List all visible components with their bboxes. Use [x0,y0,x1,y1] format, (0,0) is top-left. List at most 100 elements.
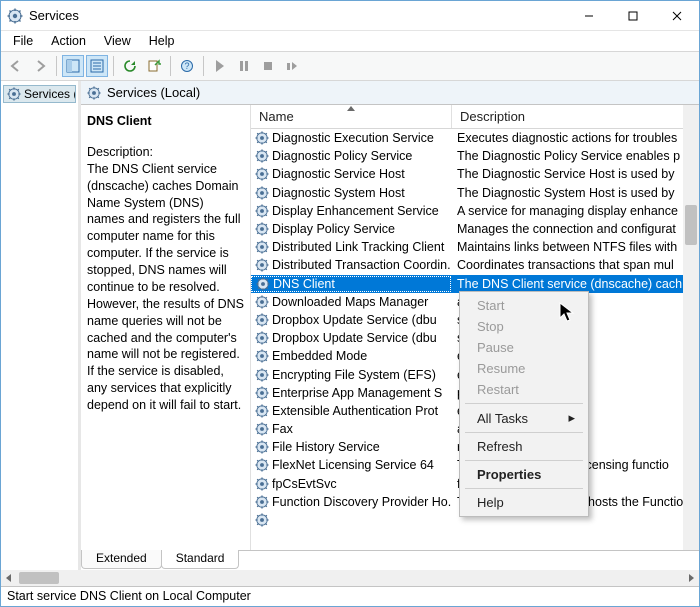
minimize-button[interactable] [567,1,611,30]
tab-standard[interactable]: Standard [161,550,240,569]
service-gear-icon [255,295,269,309]
help-button[interactable]: ? [176,55,198,77]
service-row[interactable]: Display Enhancement Service A service for… [251,202,699,220]
context-menu-separator [465,432,583,433]
service-row[interactable]: Display Policy Service Manages the connec… [251,220,699,238]
start-service-button[interactable] [209,55,231,77]
service-name-cell: File History Service [272,440,380,454]
window-title: Services [29,8,567,23]
content-pane-header: Services (Local) [81,81,699,105]
menu-help[interactable]: Help [141,33,183,49]
service-name-cell: Diagnostic System Host [272,186,405,200]
tab-extended[interactable]: Extended [81,550,162,569]
context-menu-item-all-tasks[interactable]: All Tasks▸ [463,407,585,429]
context-menu-item-label: Pause [477,340,514,355]
service-name-cell: Diagnostic Policy Service [272,149,412,163]
export-button[interactable] [143,55,165,77]
services-header-icon [87,86,101,100]
service-row[interactable]: Diagnostic Execution ServiceExecutes dia… [251,129,699,147]
service-name-cell: Embedded Mode [272,349,367,363]
context-menu-separator [465,488,583,489]
maximize-button[interactable] [611,1,655,30]
menubar: File Action View Help [1,31,699,51]
horizontal-scrollbar[interactable] [1,570,699,586]
service-name-cell: Dropbox Update Service (dbu [272,313,437,327]
service-name-cell: Extensible Authentication Prot [272,404,438,418]
context-menu-item-help[interactable]: Help [463,492,585,513]
tree-item-services-local[interactable]: Services (L [3,85,76,103]
service-details-pane: DNS Client Description: The DNS Client s… [81,105,251,550]
service-row[interactable]: DNS ClientThe DNS Client service (dnscac… [251,275,699,293]
service-desc-cell: Coordinates transactions that span mul [451,258,699,272]
titlebar: Services [1,1,699,31]
close-button[interactable] [655,1,699,30]
stop-service-button[interactable] [257,55,279,77]
column-header-desc-label: Description [460,109,525,124]
menu-action[interactable]: Action [43,33,94,49]
show-hide-tree-button[interactable] [62,55,84,77]
service-row[interactable]: Diagnostic Policy Service The Diagnostic … [251,147,699,165]
context-menu-item-label: All Tasks [477,411,528,426]
column-header-name[interactable]: Name [251,105,451,128]
svg-text:?: ? [184,61,189,71]
service-gear-icon [255,131,269,145]
service-gear-icon [256,277,270,291]
service-name-cell: Encrypting File System (EFS) [272,368,436,382]
service-gear-icon [255,349,269,363]
restart-service-button[interactable] [281,55,303,77]
service-desc-cell: The DNS Client service (dnscache) cach [451,277,699,291]
details-button[interactable] [86,55,108,77]
service-name-cell: Diagnostic Execution Service [272,131,434,145]
menu-view[interactable]: View [96,33,139,49]
service-row[interactable]: Distributed Transaction Coordin...Coordi… [251,256,699,274]
services-app-icon [7,8,23,24]
service-row[interactable]: Diagnostic Service HostThe Diagnostic Se… [251,165,699,183]
status-bar: Start service DNS Client on Local Comput… [1,586,699,606]
context-menu-item-label: Properties [477,467,541,482]
service-name-cell: Display Enhancement Service [272,204,439,218]
menu-file[interactable]: File [5,33,41,49]
context-menu-item-label: Start [477,298,504,313]
vertical-scroll-thumb[interactable] [685,205,697,245]
context-menu-item-label: Help [477,495,504,510]
selected-service-name: DNS Client [87,113,244,130]
description-text: The DNS Client service (dnscache) caches… [87,161,244,414]
toolbar: ? [1,51,699,81]
column-header-description[interactable]: Description [451,105,699,128]
service-desc-cell: The Diagnostic Service Host is used by [451,167,699,181]
forward-button[interactable] [29,55,51,77]
context-menu-item-properties[interactable]: Properties [463,464,585,485]
horizontal-scroll-thumb[interactable] [19,572,59,584]
service-name-cell: Downloaded Maps Manager [272,295,428,309]
service-name-cell: Fax [272,422,293,436]
service-gear-icon [255,149,269,163]
service-gear-icon [255,186,269,200]
service-gear-icon [255,495,269,509]
tree-item-label: Services (L [24,87,76,101]
service-gear-icon [255,240,269,254]
context-menu-separator [465,460,583,461]
service-desc-cell: The Diagnostic Policy Service enables p [451,149,699,163]
back-button[interactable] [5,55,27,77]
service-name-cell: Dropbox Update Service (dbu [272,331,437,345]
hscroll-left-button[interactable] [1,570,17,586]
sort-asc-icon [347,106,355,111]
service-name-cell: Function Discovery Provider Ho... [272,495,451,509]
description-label: Description: [87,144,244,161]
vertical-scrollbar[interactable] [683,105,699,550]
hscroll-right-button[interactable] [683,570,699,586]
context-menu-item-resume: Resume [463,358,585,379]
context-menu-item-label: Stop [477,319,504,334]
service-desc-cell: Manages the connection and configurat [451,222,699,236]
context-menu-item-refresh[interactable]: Refresh [463,436,585,457]
service-name-cell: Display Policy Service [272,222,395,236]
service-row[interactable]: Distributed Link Tracking ClientMaintain… [251,238,699,256]
pause-service-button[interactable] [233,55,255,77]
service-row[interactable]: Diagnostic System HostThe Diagnostic Sys… [251,184,699,202]
service-desc-cell: A service for managing display enhance [451,204,699,218]
service-name-cell: FlexNet Licensing Service 64 [272,458,434,472]
refresh-button[interactable] [119,55,141,77]
content-pane-title: Services (Local) [107,85,200,100]
context-menu-separator [465,403,583,404]
service-name-cell: Distributed Link Tracking Client [272,240,444,254]
